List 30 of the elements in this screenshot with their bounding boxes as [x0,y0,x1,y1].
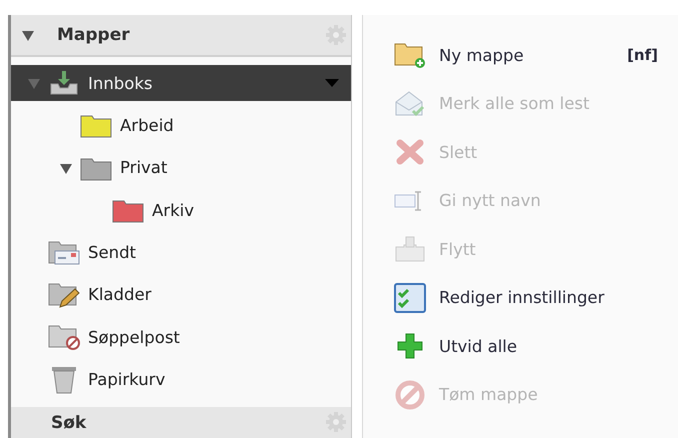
tray-icon [394,235,426,264]
folder-item[interactable]: Papirkurv [11,362,351,398]
folder-plus-icon [394,41,426,70]
folder-item[interactable]: Søppelpost [11,319,351,356]
menu-item[interactable]: Utvid alle [363,322,678,370]
folder-item[interactable]: Sendt [11,234,351,271]
caret-icon[interactable] [325,79,339,87]
shortcut-text: [nf] [627,46,658,64]
inbox-icon [49,70,79,96]
panel-title: Søk [51,413,88,433]
folder-pencil-icon [48,282,80,308]
panel-title: Mapper [57,25,131,45]
folder-item[interactable]: Innboks [11,65,351,101]
folder-prohibited-icon [48,324,80,350]
folder-item[interactable]: Kladder [11,276,351,313]
menu-item[interactable]: Rediger innstillinger [363,274,678,322]
envelope-check-icon [394,90,426,118]
folder-item[interactable]: Arkiv [11,192,351,228]
expand-arrow-icon[interactable] [21,28,35,42]
prohibited-icon [395,380,425,410]
trash-icon [49,366,79,394]
folder-item[interactable]: Privat [11,150,351,186]
menu-item[interactable]: Ny mappe [nf] [363,31,678,80]
settings-icon[interactable] [325,24,347,46]
checklist-icon [394,282,426,313]
folder-envelope-icon [48,240,80,266]
cross-icon [396,139,424,166]
folder-item[interactable]: Arbeid [11,107,351,144]
plus-icon [396,332,424,360]
settings-icon[interactable] [325,411,347,433]
